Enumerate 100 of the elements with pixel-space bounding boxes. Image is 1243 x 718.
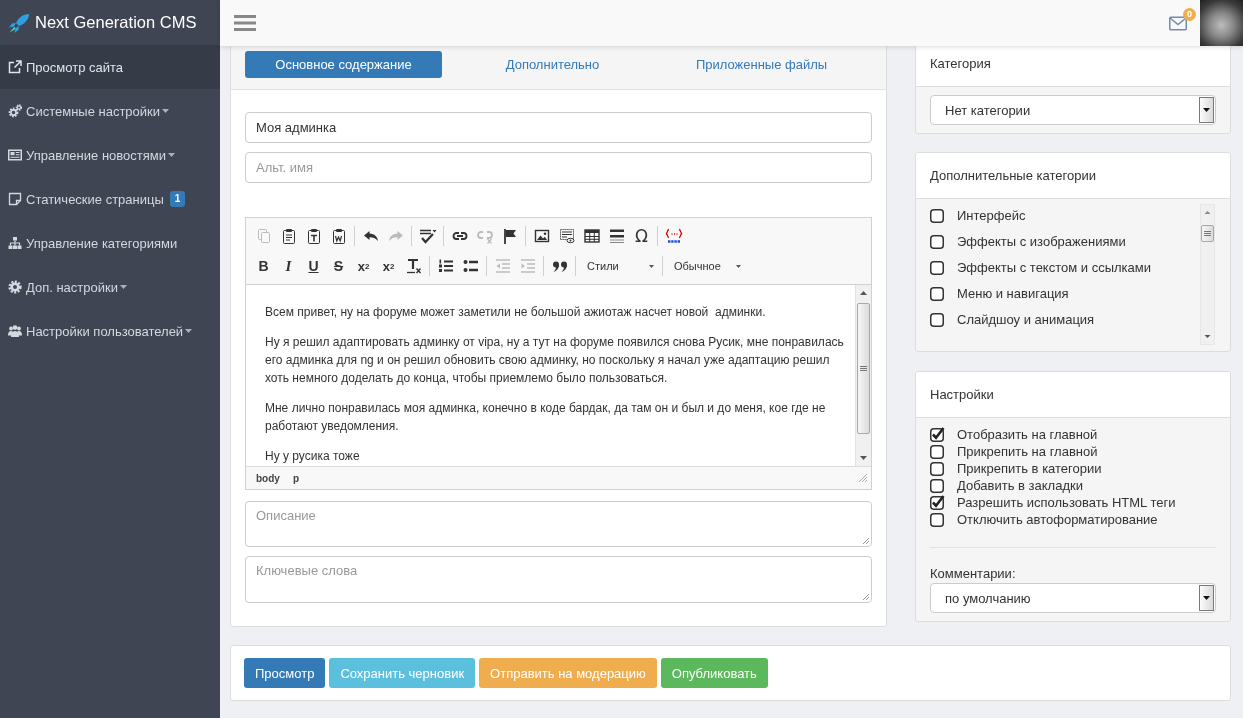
tab[interactable]: Дополнительно xyxy=(454,51,651,78)
caret-icon xyxy=(649,264,654,268)
field-label: Комментарии: xyxy=(930,566,1017,582)
numbered-list-icon xyxy=(437,258,454,274)
caret-icon xyxy=(736,264,741,268)
tab[interactable]: Приложенные файлы xyxy=(663,51,860,78)
checkbox-label: Слайдшоу и анимация xyxy=(957,311,1095,327)
strikethrough-button[interactable]: S xyxy=(326,254,351,278)
checkbox-label: Отобразить на главной xyxy=(957,427,1098,442)
sidebar-item[interactable]: Управление новостями xyxy=(0,133,220,177)
clipboard-text-icon xyxy=(305,228,322,244)
description-field[interactable]: Описание xyxy=(245,501,872,547)
unlink-icon xyxy=(476,228,493,244)
outdent-icon xyxy=(494,258,511,274)
checkbox-label: Прикрепить на главной xyxy=(957,444,1098,459)
paragraph: Ну я решил адаптировать админку от vipa, ну а тут на форуме появился снова Русик, мне понравилась его админка для ng и он решил обновить свою админку, но поскольку я начал уже адаптацию решил хоть немного доделать до конца, чтобы приемлемо было пользоваться. xyxy=(265,334,845,387)
checkbox-label: Эффекты с текстом и ссылками xyxy=(957,259,1151,275)
spellcheck-icon xyxy=(418,228,437,244)
sidebar-item[interactable]: Системные настройки xyxy=(0,89,220,133)
brand-title[interactable]: Next Generation CMS xyxy=(35,13,197,32)
document-preview-icon xyxy=(558,228,575,244)
checkbox[interactable] xyxy=(930,207,945,223)
checkbox[interactable] xyxy=(930,427,945,442)
newspaper-icon xyxy=(8,148,22,162)
alt-name-input[interactable]: Альт. имя xyxy=(245,152,872,183)
comments-select[interactable]: по умолчанию xyxy=(930,583,1216,613)
underline-button[interactable]: U xyxy=(301,254,326,278)
menu-icon[interactable] xyxy=(234,14,256,32)
notification-badge: 0 xyxy=(1183,7,1196,21)
category-select[interactable]: Нет категории xyxy=(930,95,1216,125)
tab[interactable]: Основное содержание xyxy=(245,51,442,78)
checkbox-label: Прикрепить в категории xyxy=(957,461,1102,476)
special-character-button[interactable]: Ω xyxy=(629,224,654,248)
paragraph: Ну у русика тоже xyxy=(265,448,361,465)
panel-title: Дополнительные категории xyxy=(916,153,1230,199)
italic-button[interactable]: I xyxy=(276,254,301,278)
horizontal-lines-icon xyxy=(608,228,625,244)
scrollbar-thumb[interactable] xyxy=(1201,225,1214,242)
checkbox-label: Эффекты с изображениями xyxy=(957,233,1126,249)
grip-lines-icon xyxy=(860,366,867,371)
sitemap-icon xyxy=(8,236,22,250)
sidebar-item[interactable]: Доп. настройки xyxy=(0,265,220,309)
scrollbar-thumb[interactable] xyxy=(857,303,870,434)
styles-dropdown[interactable]: Стили xyxy=(579,254,659,278)
paragraph: Всем привет, ну на форуме может заметили не большой ажиотаж насчет новой админки. xyxy=(265,304,767,321)
checkbox[interactable] xyxy=(930,311,945,327)
resize-grip-icon xyxy=(862,593,870,601)
gear-icon xyxy=(8,280,22,294)
paragraph: Мне лично понравилась моя админка, конечно в коде бардак, да там он и был и до меня, кое где не работают уведомления. xyxy=(265,400,827,435)
checkbox-label: Добавить в закладки xyxy=(957,478,1083,493)
count-badge: 1 xyxy=(169,191,186,207)
grip-lines-icon xyxy=(1204,231,1211,236)
remove-format-icon xyxy=(405,258,422,274)
element-path-link[interactable]: p xyxy=(292,472,299,484)
page-icon xyxy=(8,192,22,206)
resize-grip-icon xyxy=(858,473,868,483)
resize-grip-icon xyxy=(862,537,870,545)
checkbox[interactable] xyxy=(930,259,945,275)
photo-placeholder[interactable] xyxy=(1200,0,1243,46)
checkbox[interactable] xyxy=(930,495,945,510)
checkbox[interactable] xyxy=(930,233,945,249)
checkbox[interactable] xyxy=(930,285,945,301)
undo-icon xyxy=(362,228,379,244)
users-icon xyxy=(8,324,22,338)
sidebar-item[interactable]: Управление категориями xyxy=(0,221,220,265)
action-button[interactable]: Просмотр xyxy=(244,658,326,688)
clipboard-word-icon xyxy=(330,228,347,244)
superscript-button[interactable]: x$^{2}$ xyxy=(376,254,401,278)
table-icon xyxy=(583,228,600,244)
rocket-icon xyxy=(8,12,30,33)
scrollbar[interactable] xyxy=(855,285,871,466)
format-dropdown[interactable]: Обычное xyxy=(666,254,746,278)
code-braces-icon xyxy=(664,228,683,244)
checkbox-label: Меню и навигация xyxy=(957,285,1069,301)
element-path-link[interactable]: body xyxy=(256,472,280,484)
scrollbar[interactable] xyxy=(1200,204,1215,345)
panel-title: Настройки xyxy=(916,372,1230,418)
mail-button[interactable] xyxy=(1169,15,1187,31)
sidebar-item[interactable]: Просмотр сайта xyxy=(0,45,220,89)
gears-icon xyxy=(8,104,22,118)
sidebar-item[interactable]: Настройки пользователей xyxy=(0,309,220,353)
checkbox[interactable] xyxy=(930,461,945,476)
checkbox-label: Интерфейс xyxy=(957,207,1026,223)
indent-icon xyxy=(519,258,536,274)
image-icon xyxy=(533,228,550,244)
bold-button[interactable]: B xyxy=(251,254,276,278)
flag-icon xyxy=(501,228,518,244)
keywords-field[interactable]: Ключевые слова xyxy=(245,556,872,603)
checkbox-label: Отключить автоформатирование xyxy=(957,512,1158,527)
checkbox[interactable] xyxy=(930,444,945,459)
checkbox-label: Разрешить использовать HTML теги xyxy=(957,495,1176,510)
title-input[interactable]: Моя админка xyxy=(245,112,872,143)
bulleted-list-icon xyxy=(462,258,479,274)
sidebar-item[interactable]: Статические страницы 1 xyxy=(0,177,220,221)
mail-icon xyxy=(1169,15,1187,31)
checkbox[interactable] xyxy=(930,512,945,527)
checkbox[interactable] xyxy=(930,478,945,493)
clipboard-icon xyxy=(280,228,297,244)
copy-icon xyxy=(255,228,272,244)
external-link-icon xyxy=(8,60,22,74)
